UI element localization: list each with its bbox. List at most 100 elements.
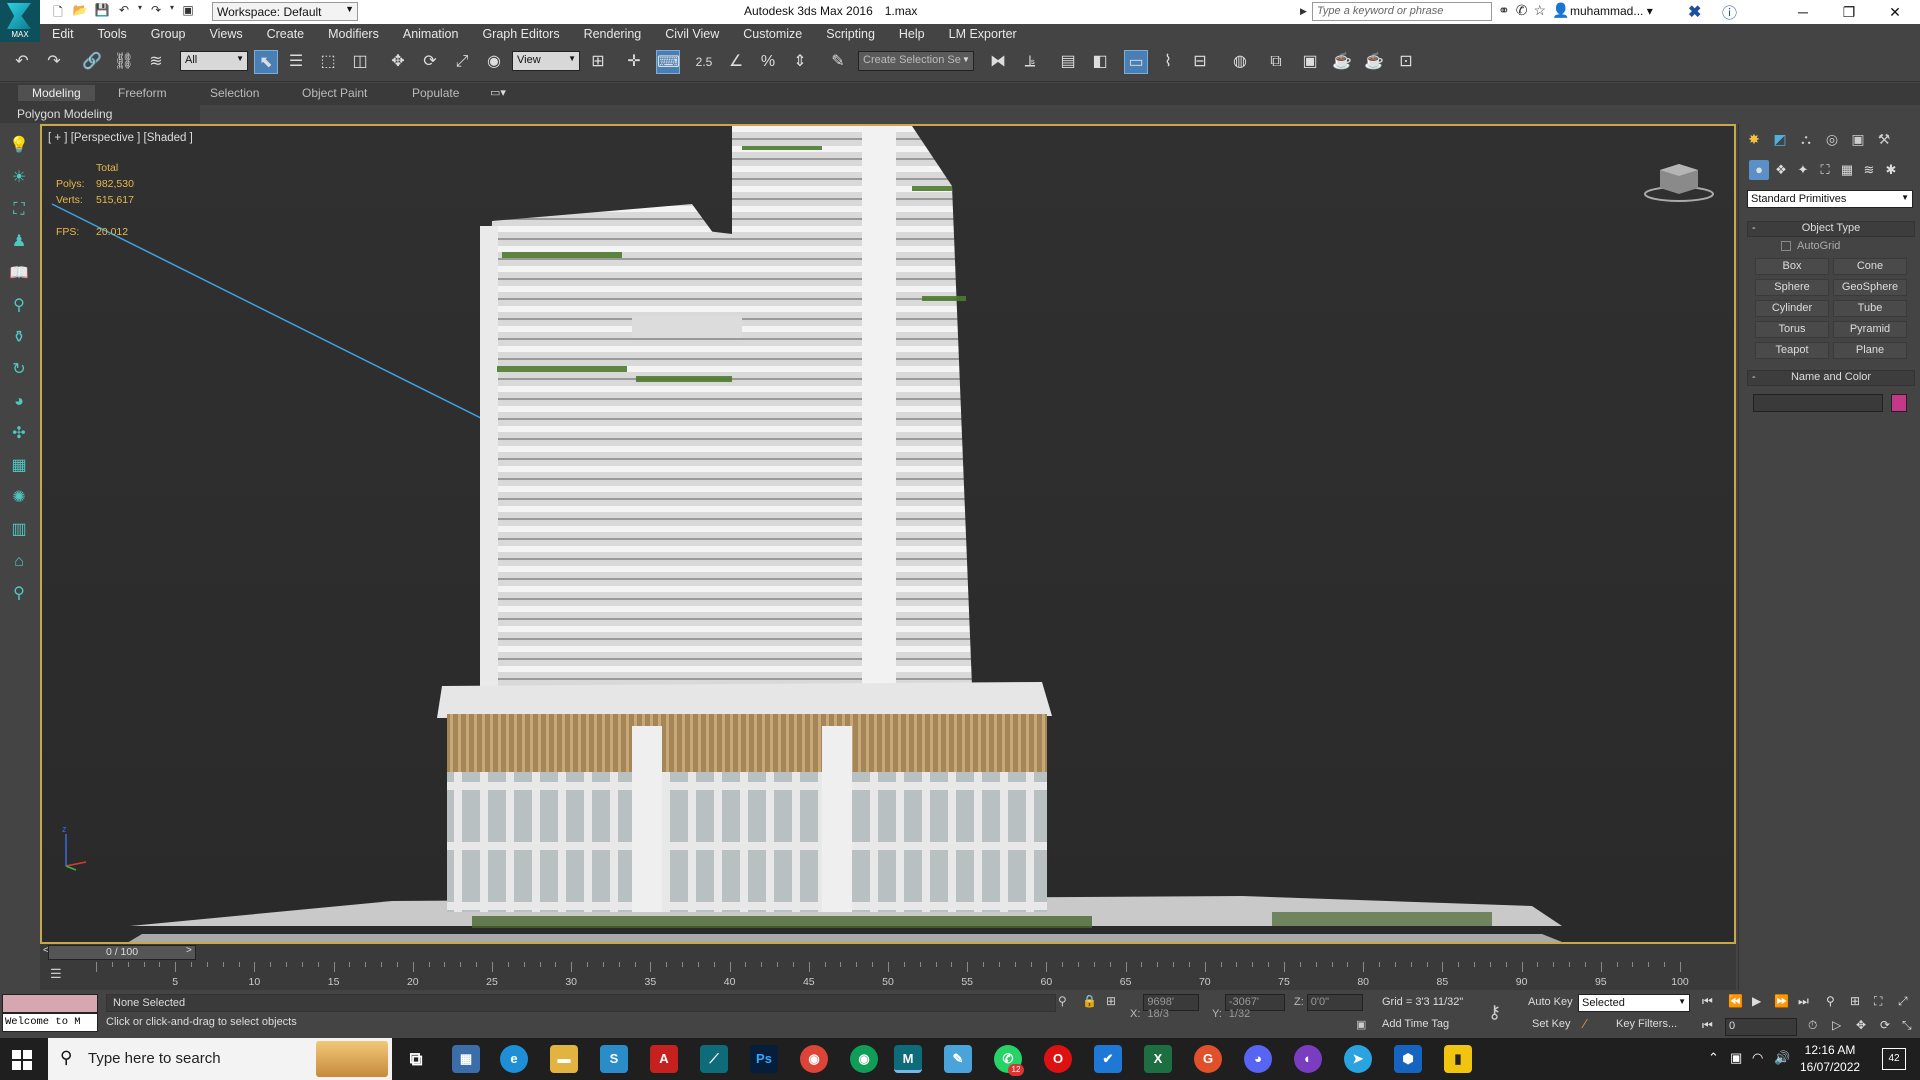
user-icon[interactable]: 👤 bbox=[1552, 2, 1569, 19]
tube-button[interactable]: Tube bbox=[1833, 300, 1907, 317]
discord-icon[interactable]: ◕ bbox=[1244, 1045, 1272, 1073]
tab-freeform[interactable]: Freeform bbox=[118, 86, 167, 100]
notes-app-icon[interactable]: ✎ bbox=[944, 1045, 972, 1073]
autogrid-checkbox[interactable]: AutoGrid bbox=[1781, 240, 1840, 252]
menu-modifiers[interactable]: Modifiers bbox=[316, 24, 391, 44]
scene-explorer-icon[interactable]: ▤ bbox=[1056, 50, 1080, 74]
layer-explorer-icon[interactable]: ◧ bbox=[1088, 50, 1112, 74]
undo-icon[interactable]: ↶ bbox=[10, 50, 34, 74]
go-to-start-icon[interactable]: ⏮ bbox=[1702, 994, 1713, 1009]
keyboard-shortcut-override-icon[interactable]: ⌨ bbox=[656, 50, 680, 74]
dropdown-arrow-icon[interactable]: ▾ bbox=[168, 3, 176, 21]
redo-icon[interactable]: ↷ bbox=[42, 50, 66, 74]
space-warps-icon[interactable]: ≋ bbox=[1859, 160, 1879, 180]
camera-icon[interactable]: ⛶ bbox=[7, 198, 31, 222]
bind-to-space-warp-icon[interactable]: ≋ bbox=[144, 50, 168, 74]
menu-lm-exporter[interactable]: LM Exporter bbox=[937, 24, 1029, 44]
ribbon-options-icon[interactable]: ▭▾ bbox=[490, 86, 506, 99]
pivot-point-icon[interactable]: ⊞ bbox=[586, 50, 610, 74]
chevron-down-icon[interactable]: ▼ bbox=[962, 55, 970, 64]
app-logo[interactable]: MAX bbox=[0, 0, 40, 42]
rotate-icon[interactable]: ⟳ bbox=[418, 50, 442, 74]
schematic-view-icon[interactable]: ⊟ bbox=[1188, 50, 1212, 74]
clock[interactable]: 12:16 AM 16/07/2022 bbox=[1800, 1042, 1860, 1076]
mirror-icon[interactable]: ⧓ bbox=[986, 50, 1010, 74]
add-time-tag[interactable]: Add Time Tag bbox=[1382, 1018, 1449, 1030]
close-button[interactable]: ✕ bbox=[1872, 0, 1918, 24]
zoom-extents-icon[interactable]: ⛶ bbox=[1874, 994, 1882, 1009]
book-icon[interactable]: 📖 bbox=[7, 262, 31, 286]
display-tab-icon[interactable]: ▣ bbox=[1847, 128, 1869, 150]
menu-views[interactable]: Views bbox=[197, 24, 254, 44]
pyramid-button[interactable]: Pyramid bbox=[1833, 321, 1907, 338]
systems-icon[interactable]: ✱ bbox=[1881, 160, 1901, 180]
file-explorer-icon[interactable]: ▬ bbox=[550, 1045, 578, 1073]
user-account[interactable]: muhammad... ▾ bbox=[1570, 4, 1653, 18]
cylinder-button[interactable]: Cylinder bbox=[1755, 300, 1829, 317]
menu-group[interactable]: Group bbox=[139, 24, 198, 44]
listener-input[interactable]: Welcome to M bbox=[2, 1013, 98, 1032]
orbit-icon[interactable]: ⤡ bbox=[1902, 1018, 1912, 1033]
teapot-button[interactable]: Teapot bbox=[1755, 342, 1829, 359]
auto-key-button[interactable]: Auto Key bbox=[1528, 996, 1573, 1008]
polygon-modeling-label[interactable]: Polygon Modeling bbox=[17, 107, 112, 121]
tab-selection[interactable]: Selection bbox=[210, 86, 259, 100]
foot-icon[interactable]: ⚲ bbox=[7, 294, 31, 318]
select-object-icon[interactable]: ⬉ bbox=[254, 50, 278, 74]
menu-animation[interactable]: Animation bbox=[391, 24, 471, 44]
render-production-icon[interactable]: ☕ bbox=[1330, 50, 1354, 74]
zoom-icon[interactable]: ⚲ bbox=[1826, 994, 1835, 1008]
redo-icon[interactable]: ↷ bbox=[146, 3, 166, 21]
menu-scripting[interactable]: Scripting bbox=[814, 24, 887, 44]
named-selection-set-dropdown[interactable]: Create Selection Se bbox=[858, 51, 974, 71]
percent-snap-icon[interactable]: % bbox=[756, 50, 780, 74]
torus-button[interactable]: Torus bbox=[1755, 321, 1829, 338]
object-category-dropdown[interactable]: Standard Primitives ▼ bbox=[1747, 190, 1913, 208]
tab-object-paint[interactable]: Object Paint bbox=[302, 86, 367, 100]
podcast-icon[interactable]: ◐ bbox=[1294, 1045, 1322, 1073]
utilities-tab-icon[interactable]: ⚒ bbox=[1873, 128, 1895, 150]
bone-icon[interactable]: ⚱ bbox=[7, 326, 31, 350]
chrome-profile-icon[interactable]: ◉ bbox=[850, 1045, 878, 1073]
maximize-viewport-icon[interactable]: ⤢ bbox=[1898, 994, 1908, 1009]
edge-icon[interactable]: e bbox=[500, 1045, 528, 1073]
align-icon[interactable]: ⫡ bbox=[1018, 50, 1042, 74]
help-search-input[interactable]: Type a keyword or phrase bbox=[1312, 2, 1492, 21]
y-field[interactable]: -3067' 1/32 bbox=[1224, 994, 1285, 1020]
modify-tab-icon[interactable]: ◩ bbox=[1769, 128, 1791, 150]
geosphere-button[interactable]: GeoSphere bbox=[1833, 279, 1907, 296]
time-slider-thumb[interactable]: 0 / 100 bbox=[48, 945, 196, 960]
snaps-toggle-icon[interactable]: 2.5 bbox=[692, 50, 716, 74]
key-icon[interactable]: ⚷ bbox=[1488, 1002, 1501, 1023]
sun-icon[interactable]: ☀ bbox=[7, 166, 31, 190]
pan-icon[interactable]: ✥ bbox=[1856, 1018, 1866, 1032]
menu-customize[interactable]: Customize bbox=[731, 24, 814, 44]
open-file-icon[interactable]: 📂 bbox=[70, 3, 90, 21]
lights-icon[interactable]: ✦ bbox=[1793, 160, 1813, 180]
excel-icon[interactable]: X bbox=[1144, 1045, 1172, 1073]
light-bulb-icon[interactable]: 💡 bbox=[7, 134, 31, 158]
render-setup-icon[interactable]: ⧉ bbox=[1264, 50, 1288, 74]
viewcube-icon[interactable] bbox=[1642, 156, 1716, 204]
name-and-color-rollout[interactable]: - Name and Color bbox=[1747, 370, 1915, 386]
figure-icon[interactable]: ♟ bbox=[7, 230, 31, 254]
angle-snap-icon[interactable]: ∠ bbox=[724, 50, 748, 74]
spinner-snap-icon[interactable]: ⇕ bbox=[788, 50, 812, 74]
key-filters-button[interactable]: Key Filters... bbox=[1616, 1018, 1677, 1030]
expand-arrow-icon[interactable]: ▶ bbox=[1300, 6, 1307, 17]
dropdown-arrow-icon[interactable]: ▾ bbox=[136, 3, 144, 21]
menu-create[interactable]: Create bbox=[255, 24, 317, 44]
todo-icon[interactable]: ✔ bbox=[1094, 1045, 1122, 1073]
current-frame-field[interactable]: 0 bbox=[1725, 1018, 1797, 1036]
motion-tab-icon[interactable]: ◎ bbox=[1821, 128, 1843, 150]
menu-help[interactable]: Help bbox=[887, 24, 937, 44]
notification-center-icon[interactable]: 42 bbox=[1882, 1048, 1906, 1070]
walk-through-icon[interactable]: ⟳ bbox=[1880, 1018, 1890, 1032]
new-file-icon[interactable]: 🗋 bbox=[48, 3, 68, 21]
binoculars-icon[interactable]: ⚭ bbox=[1498, 2, 1510, 19]
display-icon[interactable]: ▦ bbox=[7, 454, 31, 478]
communication-icon[interactable]: ✆ bbox=[1516, 2, 1528, 19]
perspective-viewport[interactable]: z [ + ] [Perspective ] [Shaded ] Total P… bbox=[40, 124, 1736, 944]
object-name-field[interactable] bbox=[1753, 394, 1883, 412]
field-of-view-icon[interactable]: ▷ bbox=[1832, 1018, 1841, 1032]
